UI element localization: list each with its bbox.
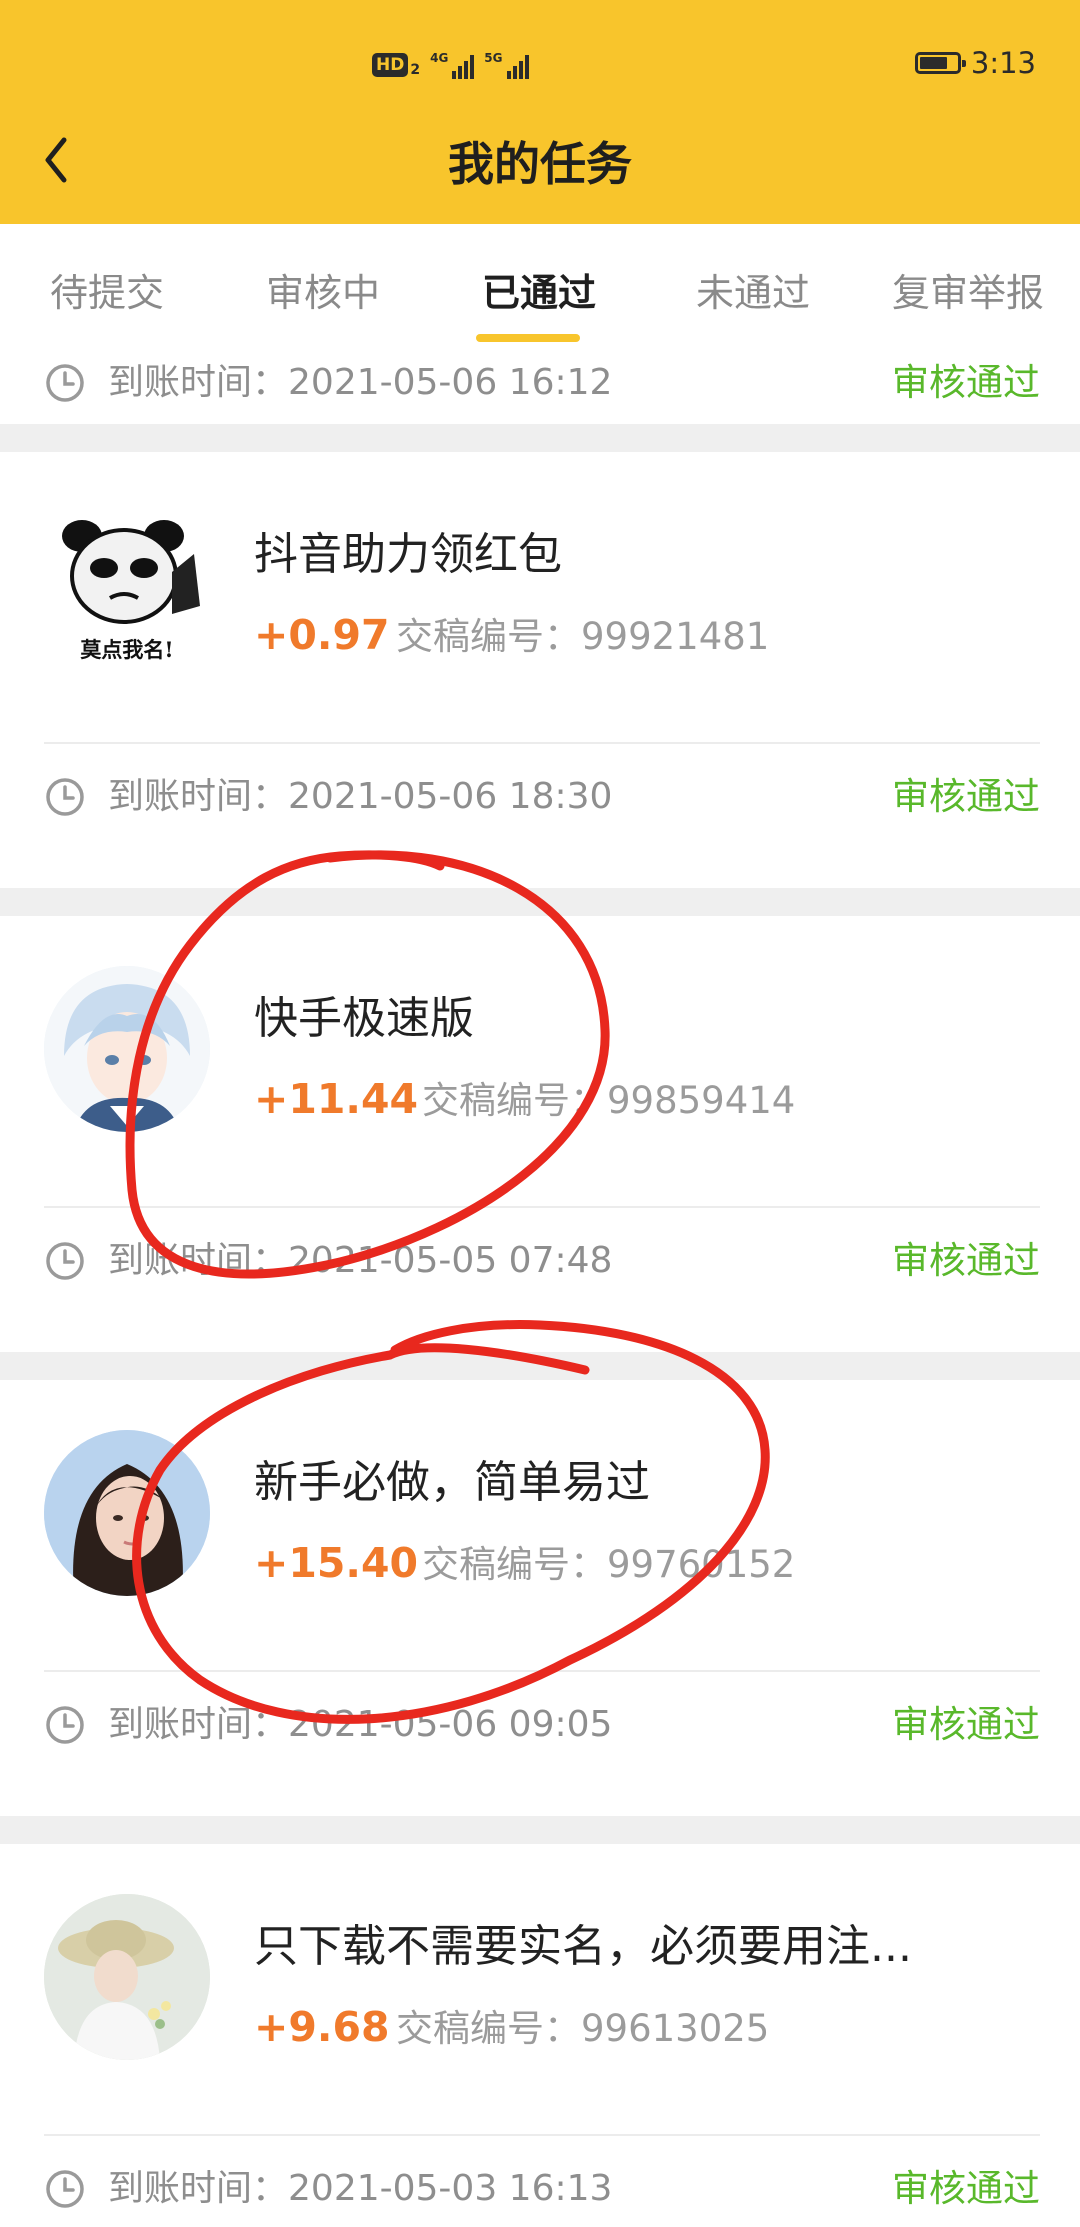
arrive-time: 到账时间：2021-05-06 16:12 [108, 362, 613, 403]
submission-number: 交稿编号：99613025 [396, 2007, 770, 2050]
tab-under-review[interactable]: 审核中 [266, 268, 380, 318]
signal-icon-sim2: 5G [484, 51, 529, 79]
status-approved: 审核通过 [892, 361, 1040, 404]
sim1-network-label: 4G [430, 51, 449, 65]
hd-voice-sub: 2 [410, 62, 421, 78]
card-divider [44, 1670, 1040, 1672]
status-right: 3:13 [914, 44, 1036, 82]
active-tab-indicator [476, 334, 580, 342]
girl-photo-avatar-icon [44, 1430, 210, 1596]
card-footer: 到账时间：2021-05-06 09:05 审核通过 [44, 1698, 1040, 1754]
task-card[interactable]: 新手必做，简单易过 +15.40 交稿编号：99760152 到账时间：2021… [0, 1380, 1080, 1816]
app-header: HD 2 4G 5G 3:13 我的任务 [0, 0, 1080, 224]
card-footer: 到账时间：2021-05-06 16:12 审核通过 [44, 356, 1040, 412]
hd-voice-badge: HD [372, 53, 409, 77]
clock-icon [46, 1242, 84, 1280]
task-card[interactable]: 莫点我名! 抖音助力领红包 +0.97 交稿编号：99921481 到账时间：2… [0, 452, 1080, 888]
signal-icon-sim1: 4G [430, 51, 475, 79]
tab-pending-submit[interactable]: 待提交 [50, 268, 164, 318]
tab-appeal-report[interactable]: 复审举报 [892, 268, 1044, 318]
card-divider [44, 1206, 1040, 1208]
task-avatar: 莫点我名! [44, 502, 210, 668]
arrive-time: 到账时间：2021-05-03 16:13 [108, 2168, 613, 2209]
clock-icon [46, 364, 84, 402]
task-title: 新手必做，简单易过 [254, 1457, 650, 1508]
status-bar: HD 2 4G 5G 3:13 [0, 0, 1080, 124]
submission-number: 交稿编号：99760152 [422, 1543, 796, 1586]
arrive-time: 到账时间：2021-05-06 18:30 [108, 776, 613, 817]
task-avatar [44, 966, 210, 1132]
anime-avatar-icon [44, 966, 210, 1132]
task-title: 只下载不需要实名，必须要用注... [254, 1921, 912, 1972]
sim2-network-label: 5G [484, 51, 503, 65]
task-title: 抖音助力领红包 [254, 529, 562, 580]
task-avatar [44, 1430, 210, 1596]
card-footer: 到账时间：2021-05-06 18:30 审核通过 [44, 770, 1040, 826]
task-reward: +11.44 [254, 1075, 419, 1123]
task-reward: +0.97 [254, 611, 390, 659]
task-reward: +9.68 [254, 2003, 390, 2051]
task-list[interactable]: 到账时间：2021-05-06 16:12 审核通过 莫点我名! 抖音助力领红包… [0, 342, 1080, 2227]
task-card-partial[interactable]: 到账时间：2021-05-06 16:12 审核通过 [0, 342, 1080, 424]
task-reward: +15.40 [254, 1539, 419, 1587]
clock-time: 3:13 [970, 46, 1036, 80]
status-approved: 审核通过 [892, 775, 1040, 818]
status-approved: 审核通过 [892, 1239, 1040, 1282]
clock-icon [46, 778, 84, 816]
submission-number: 交稿编号：99921481 [396, 615, 770, 658]
tab-rejected[interactable]: 未通过 [696, 268, 810, 318]
card-footer: 到账时间：2021-05-03 16:13 审核通过 [44, 2162, 1040, 2218]
tab-approved[interactable]: 已通过 [482, 268, 596, 318]
page-title: 我的任务 [448, 137, 632, 191]
task-avatar [44, 1894, 210, 2060]
battery-icon [914, 52, 966, 74]
tab-bar: 待提交 审核中 已通过 未通过 复审举报 [0, 224, 1080, 342]
submission-number: 交稿编号：99859414 [422, 1079, 796, 1122]
arrive-time: 到账时间：2021-05-05 07:48 [108, 1240, 613, 1281]
clock-icon [46, 1706, 84, 1744]
task-title: 快手极速版 [254, 993, 474, 1044]
arrive-time: 到账时间：2021-05-06 09:05 [108, 1704, 613, 1745]
status-approved: 审核通过 [892, 2167, 1040, 2210]
task-card[interactable]: 只下载不需要实名，必须要用注... +9.68 交稿编号：99613025 到账… [0, 1844, 1080, 2227]
network-indicators: HD 2 4G 5G [372, 48, 529, 82]
card-divider [44, 2134, 1040, 2136]
card-footer: 到账时间：2021-05-05 07:48 审核通过 [44, 1234, 1040, 1290]
girl-hat-avatar-icon [44, 1894, 210, 2060]
avatar-caption: 莫点我名! [80, 637, 174, 662]
clock-icon [46, 2170, 84, 2208]
status-approved: 审核通过 [892, 1703, 1040, 1746]
card-divider [44, 742, 1040, 744]
task-card[interactable]: 快手极速版 +11.44 交稿编号：99859414 到账时间：2021-05-… [0, 916, 1080, 1352]
